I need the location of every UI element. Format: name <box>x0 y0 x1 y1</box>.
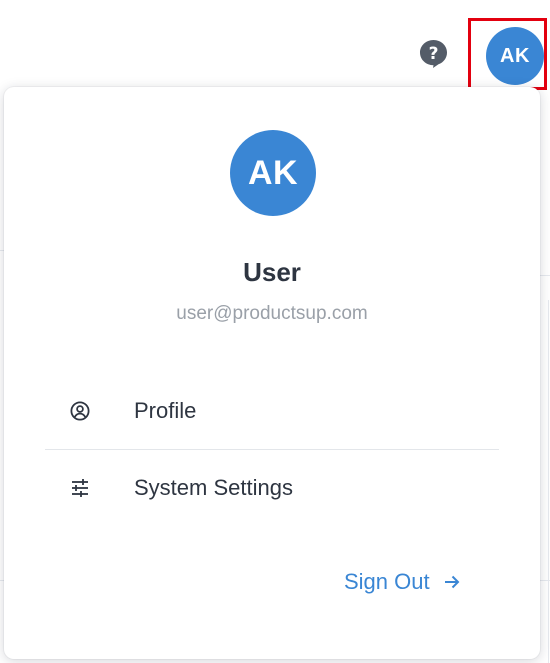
menu-item-system-settings[interactable]: System Settings <box>45 456 499 520</box>
background-divider <box>540 275 550 276</box>
page: ? AK AK User user@productsup.com Profile <box>0 0 550 663</box>
sign-out-button[interactable]: Sign Out <box>344 569 462 595</box>
sliders-icon <box>69 477 91 499</box>
sign-out-label: Sign Out <box>344 569 430 594</box>
menu-item-profile[interactable]: Profile <box>45 379 499 443</box>
help-button[interactable]: ? <box>418 38 449 69</box>
user-email: user@productsup.com <box>176 303 368 324</box>
user-avatar: AK <box>230 130 316 216</box>
user-circle-icon <box>69 400 91 422</box>
menu-divider <box>45 449 499 450</box>
user-menu-dropdown: AK User user@productsup.com Profile Syst… <box>4 87 540 659</box>
avatar: AK <box>486 27 544 85</box>
menu-item-label: System Settings <box>134 475 293 500</box>
svg-text:?: ? <box>429 44 439 64</box>
account-avatar-button[interactable]: AK <box>468 18 547 90</box>
menu-item-label: Profile <box>134 398 197 423</box>
user-name: User <box>243 257 301 287</box>
help-circle-icon: ? <box>420 40 447 68</box>
arrow-right-icon <box>442 572 462 592</box>
background-divider <box>548 300 549 663</box>
